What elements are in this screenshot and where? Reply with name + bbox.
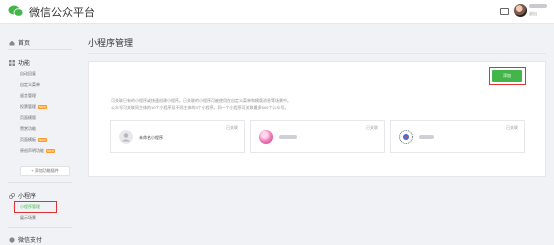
card-name	[419, 135, 434, 139]
pay-icon	[9, 236, 15, 243]
highlight-annotation	[14, 201, 57, 213]
description-line: 公众号可关联同主体的10个小程序及不同主体的3个小程序。同一个小程序可关联最多5…	[111, 105, 289, 110]
app-title[interactable]: 微信公众平台	[29, 4, 95, 20]
grid-icon	[9, 59, 15, 66]
sidebar-item-custom-menu[interactable]: 自定义菜单	[20, 82, 40, 88]
divider	[8, 227, 72, 228]
card-status: 已关联	[366, 125, 378, 130]
section-wechat-pay[interactable]: 微信支付	[9, 235, 42, 244]
divider	[88, 53, 546, 54]
logout-link[interactable]: 退出	[529, 11, 537, 17]
page-title: 小程序管理	[88, 38, 134, 48]
new-badge: NEW	[46, 149, 55, 153]
section-functions: 功能	[9, 58, 30, 67]
sidebar-item-page-templates[interactable]: 页面模板 NEW	[20, 137, 47, 143]
description-line: 可关联已有的小程序或快速创建小程序。已关联的小程序可被使用在自定义菜单和模版消息…	[111, 98, 291, 103]
card-status: 已关联	[226, 125, 238, 130]
add-mini-program-button[interactable]: 添加	[492, 70, 522, 82]
wechat-logo-icon	[8, 5, 24, 17]
sidebar-item-comments[interactable]: 留言管理	[20, 93, 36, 99]
mini-program-card[interactable]: 已关联	[250, 120, 385, 153]
link-icon	[9, 192, 15, 199]
card-name: 未命名小程序	[139, 135, 163, 140]
top-bar: 微信公众平台 退出	[0, 0, 554, 24]
sidebar-item-templates[interactable]: 页面模版	[20, 115, 36, 121]
mini-program-icon	[399, 130, 413, 144]
mini-program-card[interactable]: 已关联	[390, 120, 525, 153]
user-name[interactable]	[529, 4, 547, 8]
new-badge: NEW	[38, 138, 47, 142]
sidebar-item-auto-reply[interactable]: 自动回复	[20, 71, 36, 77]
divider	[8, 49, 72, 50]
default-avatar-icon	[119, 130, 133, 144]
sidebar-item-reward[interactable]: 赞赏功能	[20, 126, 36, 132]
sidebar-item-home[interactable]: 首页	[9, 38, 30, 47]
sidebar-item-original[interactable]: 原创声明功能 NEW	[20, 148, 55, 154]
sidebar-item-votes[interactable]: 投票管理 NEW	[20, 104, 47, 110]
home-icon	[9, 40, 15, 45]
sidebar-item-display-scenes[interactable]: 展示场景	[20, 215, 36, 221]
mini-program-card[interactable]: 已关联 未命名小程序	[110, 120, 245, 153]
card-name	[279, 135, 297, 139]
divider	[8, 182, 72, 183]
card-status: 已关联	[506, 125, 518, 130]
mini-program-panel: 可关联已有的小程序或快速创建小程序。已关联的小程序可被使用在自定义菜单和模版消息…	[88, 61, 546, 177]
mini-program-icon	[259, 130, 273, 144]
section-mini-program: 小程序	[9, 191, 36, 200]
new-badge: NEW	[38, 105, 47, 109]
avatar[interactable]	[514, 4, 527, 17]
mail-icon[interactable]	[500, 8, 509, 15]
add-plugin-button[interactable]: + 添加功能插件	[20, 166, 70, 176]
